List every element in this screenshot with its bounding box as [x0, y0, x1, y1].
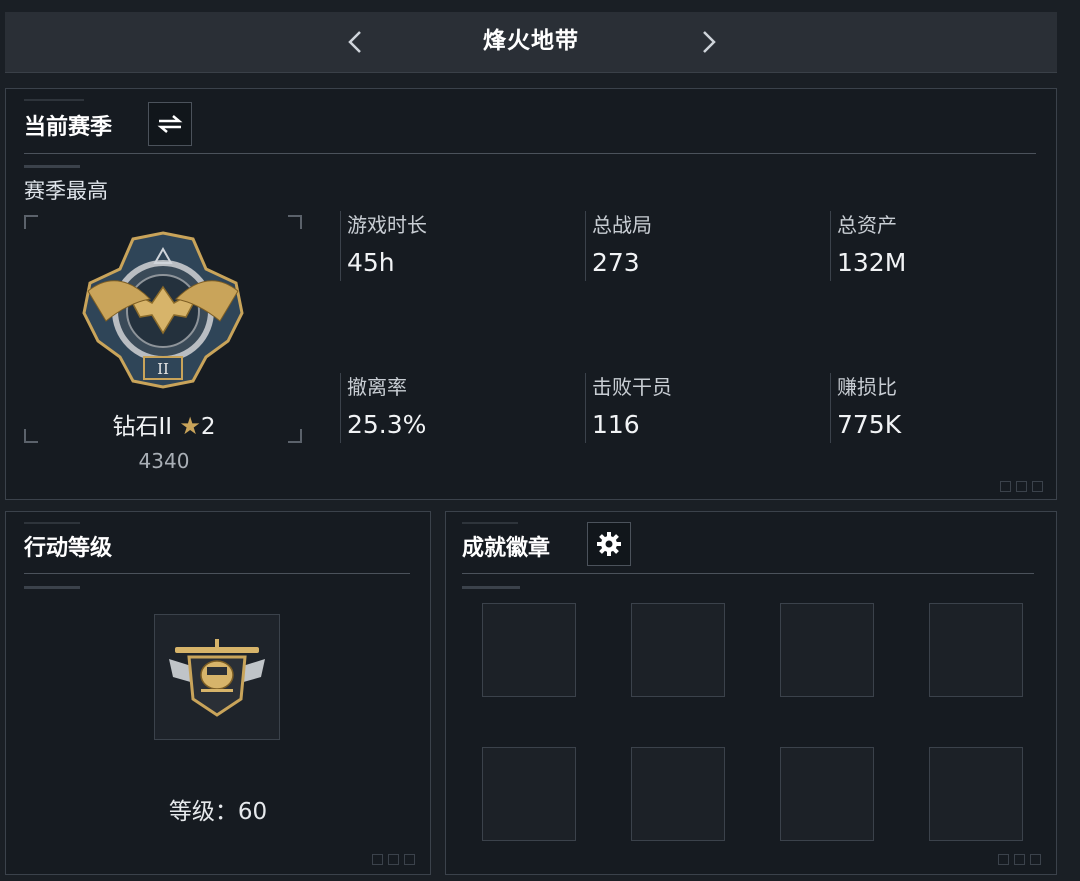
- level-emblem: [169, 639, 265, 717]
- season-panel: 当前赛季 赛季最高 II 钻石II ★2 4340 游戏时长 45h 总战局 2…: [5, 88, 1057, 500]
- badge-slot[interactable]: [929, 603, 1023, 697]
- achievement-badges-panel: 成就徽章: [445, 511, 1057, 875]
- decor-square: [1032, 481, 1043, 492]
- next-mode-button[interactable]: [689, 12, 729, 72]
- frame-corner: [288, 429, 302, 443]
- season-heading: 当前赛季: [24, 115, 113, 140]
- stat-operators-defeated: 击败干员 116: [585, 373, 672, 443]
- svg-text:II: II: [157, 360, 169, 378]
- frame-corner: [24, 215, 38, 229]
- decor-line: [24, 165, 80, 168]
- season-best-label: 赛季最高: [24, 179, 108, 203]
- frame-corner: [288, 215, 302, 229]
- star-icon: ★: [179, 412, 201, 440]
- badges-heading: 成就徽章: [462, 536, 551, 561]
- mode-title-bar: 烽火地带: [5, 12, 1057, 73]
- level-text: 等级：60: [6, 792, 430, 826]
- stat-label: 击败干员: [592, 375, 672, 399]
- badge-slot[interactable]: [780, 603, 874, 697]
- swap-icon: [157, 115, 183, 133]
- stat-total-assets: 总资产 132M: [830, 211, 906, 281]
- stat-value: 132M: [837, 248, 907, 277]
- decor-square: [1000, 481, 1011, 492]
- stat-value: 775K: [837, 410, 902, 439]
- rank-label: 钻石II ★2: [46, 407, 282, 441]
- decor-line: [24, 99, 84, 101]
- stat-extract-rate: 撤离率 25.3%: [340, 373, 426, 443]
- decor-line: [462, 522, 518, 524]
- badge-slot[interactable]: [631, 747, 725, 841]
- stat-total-matches: 总战局 273: [585, 211, 652, 281]
- badge-slot[interactable]: [780, 747, 874, 841]
- decor-square: [1030, 854, 1041, 865]
- badge-slot[interactable]: [482, 747, 576, 841]
- rank-name: 钻石II: [112, 414, 173, 440]
- decor-line: [24, 522, 80, 524]
- decor-square: [998, 854, 1009, 865]
- action-level-panel: 行动等级 等级：60: [5, 511, 431, 875]
- stat-value: 25.3%: [347, 410, 427, 439]
- decor-square: [372, 854, 383, 865]
- level-value: 60: [237, 799, 268, 825]
- stat-profit-loss-ratio: 赚损比 775K: [830, 373, 901, 443]
- badges-divider: [462, 573, 1034, 574]
- badge-slot[interactable]: [929, 747, 1023, 841]
- rank-score: 4340: [138, 449, 190, 473]
- action-level-heading: 行动等级: [24, 536, 113, 561]
- mode-title: 烽火地带: [483, 28, 579, 54]
- stat-label: 赚损比: [837, 375, 897, 399]
- switch-season-button[interactable]: [148, 102, 192, 146]
- stat-label: 撤离率: [347, 375, 407, 399]
- decor-line: [24, 586, 80, 589]
- season-divider: [24, 153, 1036, 154]
- chevron-right-icon: [703, 31, 716, 53]
- stat-label: 总资产: [837, 213, 897, 237]
- frame-corner: [24, 429, 38, 443]
- stat-value: 116: [592, 410, 640, 439]
- badge-settings-button[interactable]: [587, 522, 631, 566]
- level-label: 等级：: [168, 799, 238, 825]
- badge-slot[interactable]: [631, 603, 725, 697]
- decor-square: [1016, 481, 1027, 492]
- stat-label: 总战局: [592, 213, 652, 237]
- decor-line: [462, 586, 520, 589]
- decor-square: [388, 854, 399, 865]
- stat-play-time: 游戏时长 45h: [340, 211, 427, 281]
- stat-value: 273: [592, 248, 640, 277]
- decor-square: [1014, 854, 1025, 865]
- stat-value: 45h: [347, 248, 395, 277]
- rank-emblem: II: [82, 231, 244, 389]
- level-emblem-frame: [154, 614, 280, 740]
- badge-slot[interactable]: [482, 603, 576, 697]
- rank-stars: 2: [200, 414, 216, 440]
- gear-icon: [597, 532, 621, 556]
- action-level-divider: [24, 573, 410, 574]
- decor-square: [404, 854, 415, 865]
- stat-label: 游戏时长: [347, 213, 427, 237]
